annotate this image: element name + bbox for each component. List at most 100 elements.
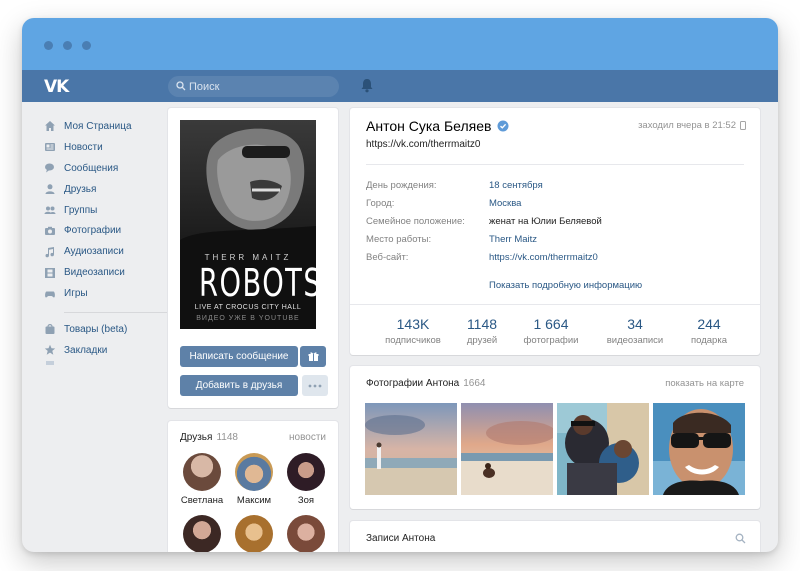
more-actions-button[interactable]	[302, 375, 328, 396]
sidebar-item-groups[interactable]: Группы	[44, 200, 184, 221]
info-value-link[interactable]: Москва	[489, 198, 521, 209]
gift-button[interactable]	[300, 346, 326, 367]
sidebar-item-friends[interactable]: Друзья	[44, 179, 184, 200]
shopping-bag-icon	[44, 323, 56, 335]
sidebar-item-audio[interactable]: Аудиозаписи	[44, 241, 184, 262]
video-icon	[44, 267, 56, 279]
profile-name: Антон Сука Беляев	[366, 118, 509, 134]
search-icon[interactable]	[735, 533, 746, 544]
sidebar-item-label: Игры	[64, 288, 88, 300]
friend-item[interactable]: Светлана	[176, 453, 228, 506]
group-icon	[44, 204, 56, 216]
info-value-link[interactable]: https://vk.com/therrmaitz0	[489, 252, 598, 263]
photos-count: 1664	[463, 378, 486, 389]
user-icon	[44, 183, 56, 195]
stat-label: фотографии	[523, 335, 579, 346]
info-label: День рождения:	[366, 180, 437, 191]
cover-subtitle-text: LIVE AT CROCUS CITY HALL	[194, 304, 302, 311]
friend-avatar	[183, 453, 221, 491]
sidebar-item-messages[interactable]: Сообщения	[44, 158, 184, 179]
photos-title: Фотографии Антона	[366, 378, 460, 389]
friend-item[interactable]	[176, 515, 228, 552]
left-sidebar: Моя Страница Новости Сообщения Друзья Гр…	[44, 116, 184, 365]
profile-name-text: Антон Сука Беляев	[366, 118, 492, 134]
divider	[350, 304, 760, 305]
info-value-link[interactable]: женат на Юлии Беляевой	[489, 216, 602, 227]
browser-window: VK Моя Страница Новости Сообщения	[22, 18, 778, 552]
friends-card: Друзья 1148 новости Светлана Максим Зоя	[168, 421, 338, 552]
sidebar-item-photos[interactable]: Фотографии	[44, 220, 184, 241]
friend-item[interactable]	[228, 515, 280, 552]
friends-news-link[interactable]: новости	[289, 432, 326, 443]
stat-photos[interactable]: 1 664 фотографии	[508, 316, 594, 346]
friends-title: Друзья	[180, 432, 213, 443]
friend-item[interactable]: Максим	[228, 453, 280, 506]
friends-header[interactable]: Друзья 1148	[180, 432, 238, 443]
show-on-map-link[interactable]: показать на карте	[665, 378, 744, 389]
gift-icon	[308, 352, 318, 361]
posts-title[interactable]: Записи Антона	[366, 533, 435, 544]
online-status: заходил вчера в 21:52	[638, 120, 746, 131]
window-titlebar	[22, 18, 778, 70]
home-icon	[44, 120, 56, 132]
stat-value: 244	[697, 316, 721, 332]
sidebar-item-label: Моя Страница	[64, 120, 132, 132]
close-dot-icon[interactable]	[44, 41, 53, 50]
photos-card: Фотографии Антона 1664 показать на карте	[350, 366, 760, 509]
photo-thumbnail[interactable]	[461, 403, 553, 495]
sidebar-item-label: Фотографии	[64, 225, 122, 237]
show-more-info-link[interactable]: Показать подробную информацию	[489, 280, 642, 291]
photo-selfie-sunglasses	[653, 403, 745, 495]
info-value-link[interactable]: 18 сентября	[489, 180, 543, 191]
divider	[366, 164, 744, 165]
profile-cover-image[interactable]: THERR MAITZ ROBOTS LIVE AT CROCUS CITY H…	[180, 120, 316, 329]
sidebar-item-label: Видеозаписи	[64, 267, 125, 279]
sidebar-item-label: Друзья	[64, 183, 97, 195]
verified-icon[interactable]	[497, 120, 509, 132]
search-icon	[176, 81, 186, 91]
maximize-dot-icon[interactable]	[82, 41, 91, 50]
gamepad-icon	[44, 288, 56, 300]
camera-icon	[44, 225, 56, 237]
sidebar-item-my-page[interactable]: Моя Страница	[44, 116, 184, 137]
profile-url[interactable]: https://vk.com/therrmaitz0	[366, 139, 480, 150]
friend-avatar	[183, 515, 221, 552]
minimize-dot-icon[interactable]	[63, 41, 72, 50]
stat-gifts[interactable]: 244 подарка	[666, 316, 752, 346]
search-input[interactable]	[189, 76, 329, 97]
sidebar-item-games[interactable]: Игры	[44, 283, 184, 304]
top-navigation-bar: VK	[22, 70, 778, 102]
stat-label: подарка	[691, 335, 727, 346]
sidebar-item-video[interactable]: Видеозаписи	[44, 262, 184, 283]
sidebar-item-market[interactable]: Товары (beta)	[44, 319, 184, 340]
info-label: Семейное положение:	[366, 216, 465, 227]
cover-title-text: ROBOTS	[199, 261, 316, 305]
bell-icon[interactable]	[360, 78, 374, 93]
photo-thumbnail[interactable]	[365, 403, 457, 495]
more-icon	[308, 384, 322, 387]
sidebar-item-news[interactable]: Новости	[44, 137, 184, 158]
sidebar-item-label: Сообщения	[64, 162, 119, 174]
photo-family-beach	[557, 403, 649, 495]
messages-icon	[44, 162, 56, 174]
send-message-button[interactable]: Написать сообщение	[180, 346, 298, 367]
photo-thumbnail[interactable]	[557, 403, 649, 495]
friend-item[interactable]: Зоя	[280, 453, 332, 506]
sidebar-divider	[64, 312, 172, 314]
friend-name: Светлана	[180, 495, 224, 506]
info-value-link[interactable]: Therr Maitz	[489, 234, 537, 245]
sidebar-item-bookmarks[interactable]: Закладки	[44, 340, 184, 361]
cover-note-text: ВИДЕО УЖЕ В YOUTUBE	[196, 315, 300, 322]
news-icon	[44, 141, 56, 153]
add-friend-button[interactable]: Добавить в друзья	[180, 375, 298, 396]
vk-logo[interactable]: VK	[44, 77, 69, 97]
sidebar-item-label: Товары (beta)	[64, 323, 128, 335]
friend-avatar	[287, 453, 325, 491]
friend-item[interactable]	[280, 515, 332, 552]
photos-header[interactable]: Фотографии Антона 1664	[366, 378, 485, 389]
star-icon	[44, 344, 56, 356]
info-label: Город:	[366, 198, 395, 209]
photo-thumbnail[interactable]	[653, 403, 745, 495]
photo-beach-sunset	[365, 403, 457, 495]
search-box[interactable]	[168, 76, 339, 97]
